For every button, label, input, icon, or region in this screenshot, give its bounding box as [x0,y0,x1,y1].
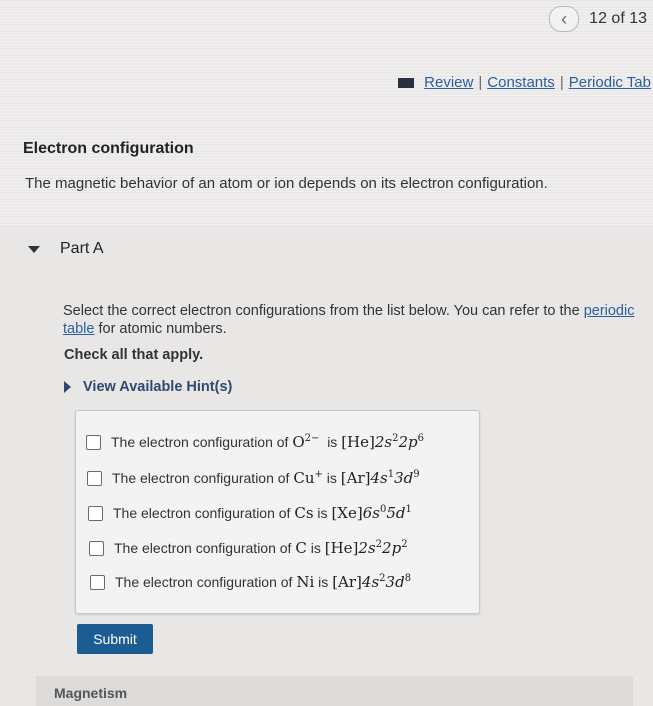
expand-triangle-icon [64,381,71,393]
view-hints-toggle[interactable]: View Available Hint(s) [64,379,232,395]
option-row[interactable]: The electron configuration of Cs is [Xe]… [88,504,412,522]
option-checkbox[interactable] [90,574,105,590]
option-checkbox[interactable] [88,505,103,521]
option-checkbox[interactable] [89,540,104,556]
collapse-triangle-icon[interactable] [28,245,40,253]
resource-links: Review | Constants | Periodic Tab [398,74,651,91]
problem-title: Electron configuration [23,140,194,157]
option-checkbox[interactable] [86,434,101,450]
constants-link[interactable]: Constants [487,74,555,91]
submit-button[interactable]: Submit [77,624,153,654]
check-all-label: Check all that apply. [64,347,204,363]
part-label: Part A [60,240,104,257]
chevron-left-icon: ‹ [561,9,568,29]
problem-intro: The magnetic behavior of an atom or ion … [25,175,548,192]
instructions: Select the correct electron configuratio… [63,303,635,337]
option-row[interactable]: The electron configuration of C is [He]2… [89,539,408,557]
previous-button[interactable]: ‹ [549,6,580,32]
resources-icon [398,78,414,89]
problem-navigation: ‹ 12 of 13 [549,6,647,32]
next-section-header: Magnetism [36,676,633,706]
option-checkbox[interactable] [87,470,102,486]
problem-counter: 12 of 13 [589,10,647,27]
periodic-table-link[interactable]: Periodic Tab [569,74,651,91]
answer-options: The electron configuration of O2− is [He… [75,410,480,614]
option-row[interactable]: The electron configuration of O2− is [He… [86,433,424,451]
option-row[interactable]: The electron configuration of Ni is [Ar]… [90,573,411,591]
part-a-header[interactable]: Part A [28,240,104,258]
review-link[interactable]: Review [424,74,473,91]
option-row[interactable]: The electron configuration of Cu+ is [Ar… [87,469,420,487]
